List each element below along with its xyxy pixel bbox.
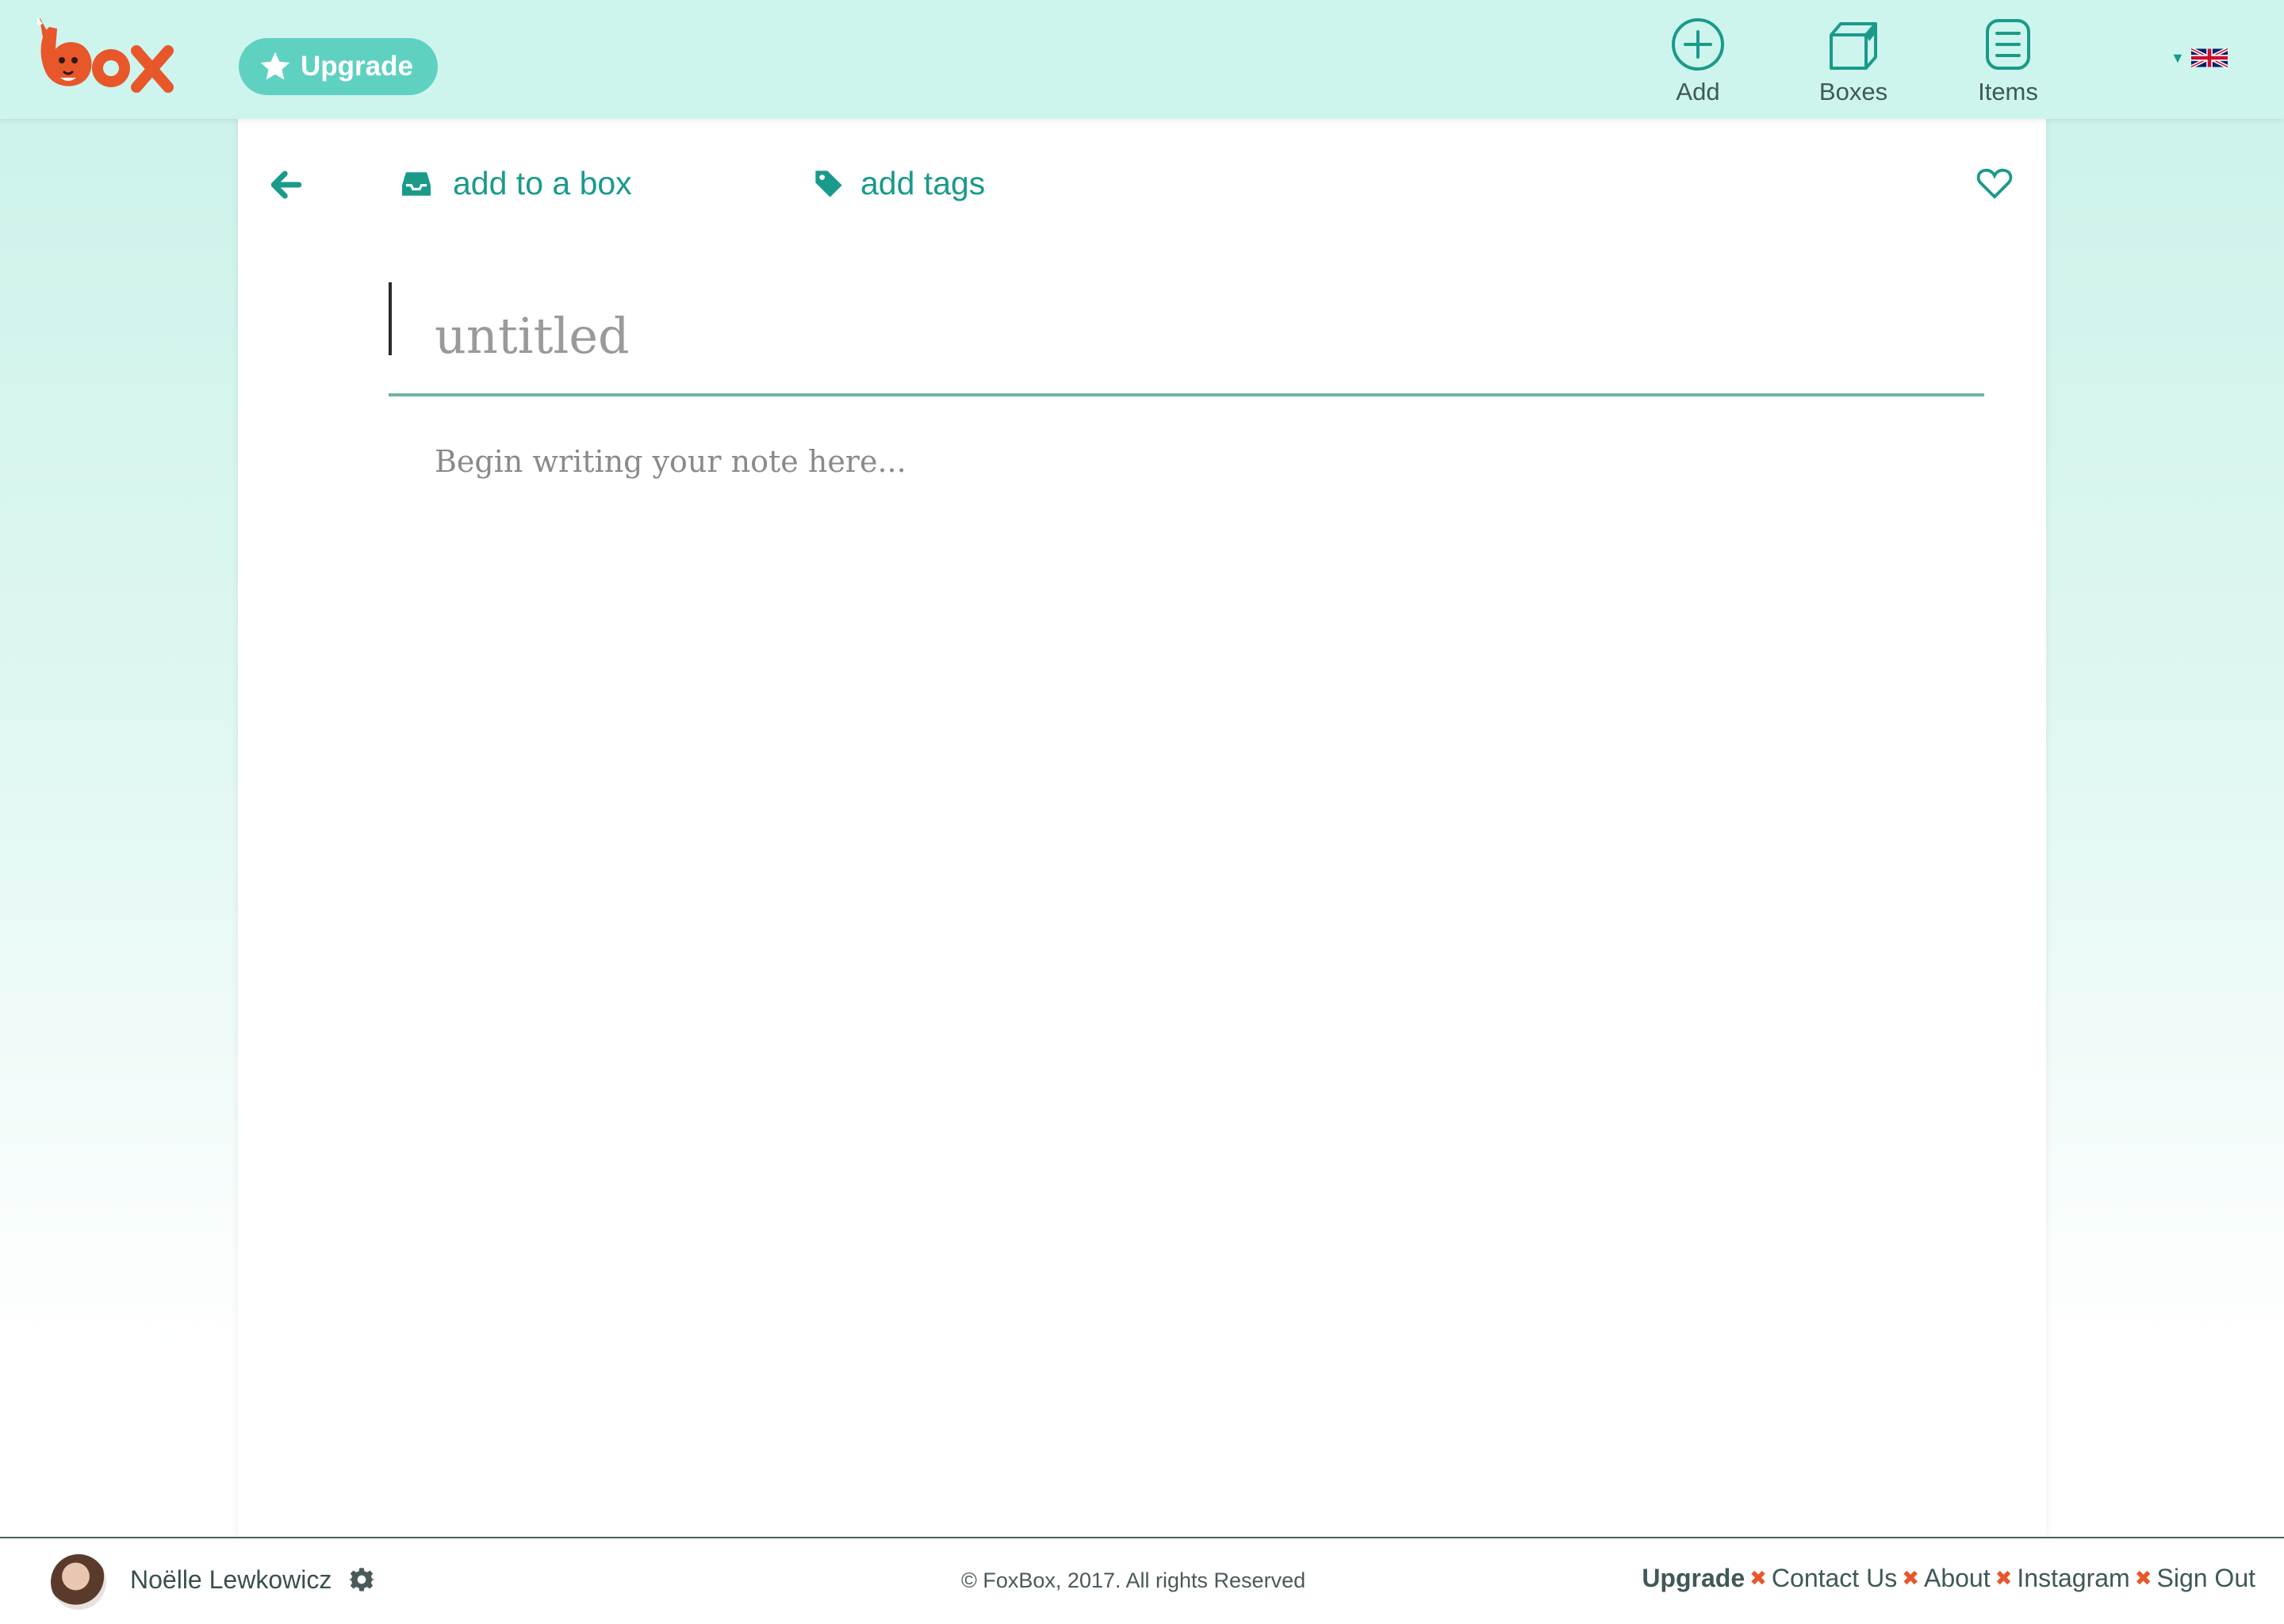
separator-x-icon: ✖ <box>2134 1566 2152 1590</box>
language-selector[interactable]: ▼ <box>2171 46 2228 70</box>
upgrade-label: Upgrade <box>301 51 413 82</box>
star-icon <box>260 52 290 80</box>
gear-icon[interactable] <box>349 1567 374 1592</box>
nav-items-label: Items <box>1978 78 2038 105</box>
footer-link-about[interactable]: About <box>1924 1564 1991 1593</box>
add-tags-button[interactable]: add tags <box>813 165 985 202</box>
separator-x-icon: ✖ <box>1749 1566 1767 1590</box>
chevron-down-icon: ▼ <box>2171 49 2185 66</box>
add-to-box-label: add to a box <box>453 165 632 201</box>
nav-add-label: Add <box>1676 78 1720 105</box>
note-editor-card: add to a box add tags <box>238 119 2046 1538</box>
top-header: Upgrade Add Boxes Items ▼ <box>0 0 2284 119</box>
footer-links: Upgrade ✖ Contact Us ✖ About ✖ Instagram… <box>1642 1564 2255 1593</box>
separator-x-icon: ✖ <box>1902 1566 1919 1590</box>
nav-items[interactable]: Items <box>1949 16 2067 111</box>
nav-add[interactable]: Add <box>1638 16 1757 111</box>
footer-link-upgrade[interactable]: Upgrade <box>1642 1564 1745 1593</box>
footer-link-contact[interactable]: Contact Us <box>1772 1564 1897 1593</box>
text-cursor <box>389 282 392 355</box>
user-name[interactable]: Noëlle Lewkowicz <box>130 1565 331 1595</box>
heart-icon <box>1976 168 2013 199</box>
foxbox-logo[interactable] <box>32 11 174 98</box>
footer-link-instagram[interactable]: Instagram <box>2017 1564 2129 1593</box>
note-title-input[interactable] <box>389 278 1984 396</box>
uk-flag-icon <box>2190 47 2228 69</box>
note-body-input[interactable] <box>389 444 1984 1475</box>
avatar[interactable] <box>51 1554 106 1610</box>
tag-icon <box>815 170 842 197</box>
nav-boxes[interactable]: Boxes <box>1794 16 1913 111</box>
inbox-icon <box>402 171 431 196</box>
nav-boxes-label: Boxes <box>1818 78 1888 105</box>
add-to-box-button[interactable]: add to a box <box>400 165 632 202</box>
footer: Noëlle Lewkowicz © FoxBox, 2017. All rig… <box>0 1537 2284 1624</box>
favorite-button[interactable] <box>1976 167 2013 200</box>
add-tags-label: add tags <box>860 165 986 201</box>
arrow-left-icon <box>270 170 302 199</box>
footer-link-signout[interactable]: Sign Out <box>2156 1564 2255 1593</box>
back-button[interactable] <box>270 168 303 201</box>
box-icon <box>1830 22 1877 70</box>
copyright-text: © FoxBox, 2017. All rights Reserved <box>961 1568 1306 1592</box>
separator-x-icon: ✖ <box>1995 1566 2013 1590</box>
upgrade-button[interactable]: Upgrade <box>239 38 438 95</box>
plus-circle-icon <box>1672 18 1724 71</box>
list-icon <box>1986 19 2030 70</box>
